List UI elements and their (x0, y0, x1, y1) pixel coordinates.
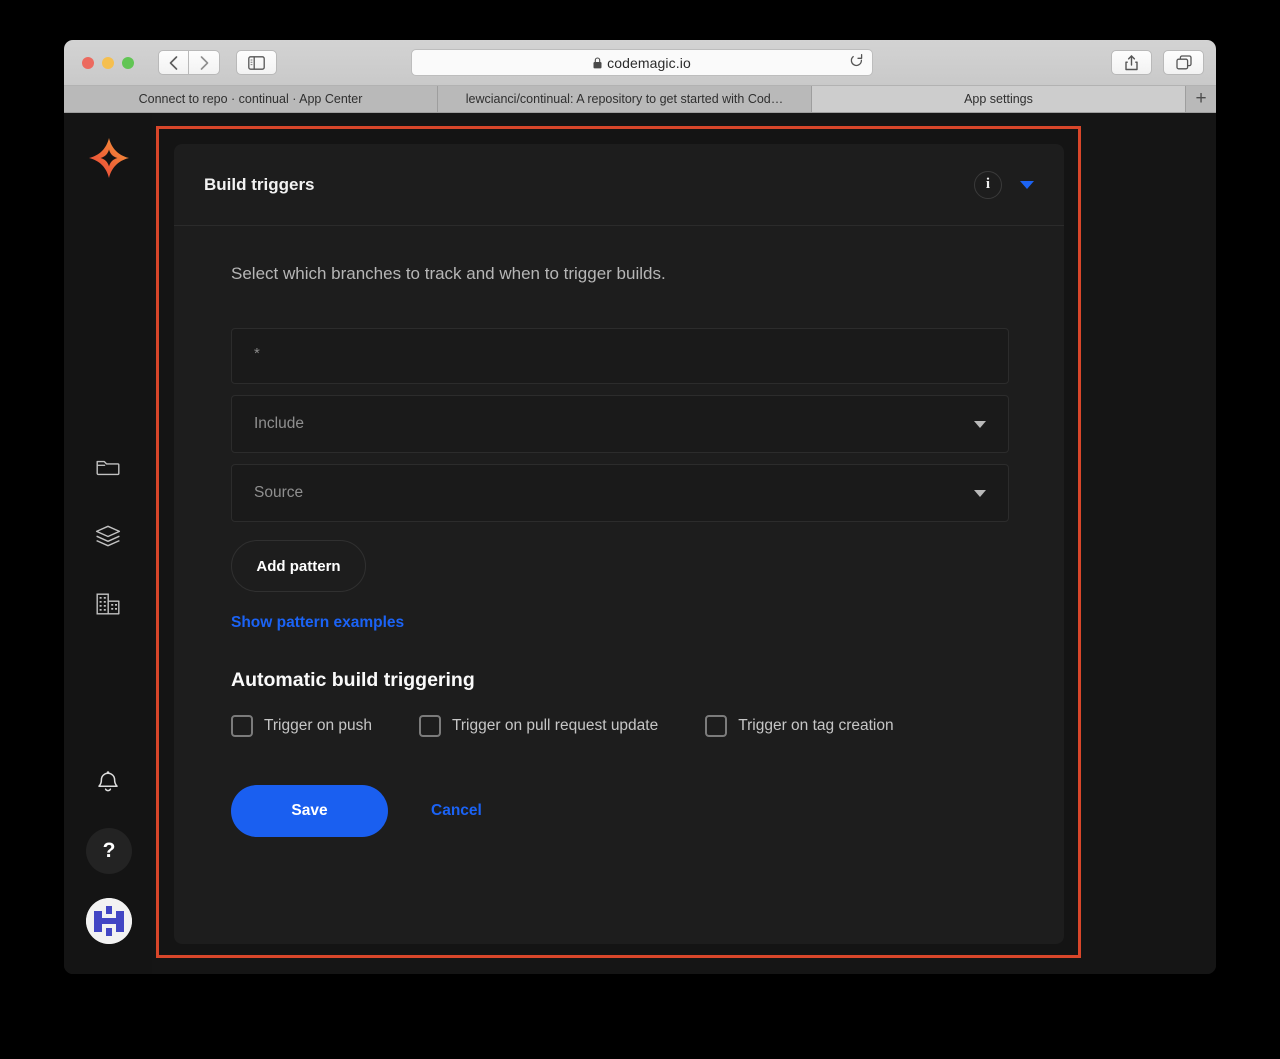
trigger-on-tag-creation-label: Trigger on tag creation (738, 717, 894, 734)
browser-window: codemagic.io Connect to repo · continual… (64, 40, 1216, 974)
chevron-right-icon (200, 55, 208, 70)
tabs-overview-button[interactable] (1163, 50, 1204, 75)
card-header: Build triggers i (174, 144, 1064, 226)
show-pattern-examples-link[interactable]: Show pattern examples (231, 614, 404, 632)
info-icon[interactable]: i (974, 170, 1002, 199)
sidebar-toggle-wrapper (236, 50, 277, 75)
bell-icon (98, 771, 118, 792)
checkbox-box-icon (231, 715, 253, 737)
browser-toolbar: codemagic.io (64, 40, 1216, 86)
automatic-build-triggering-heading: Automatic build triggering (231, 669, 475, 691)
help-button[interactable]: ? (86, 828, 132, 874)
tabs-overview-icon (1175, 55, 1192, 70)
url-value: codemagic.io (607, 54, 691, 71)
source-select[interactable]: Source (231, 464, 1009, 522)
new-tab-button[interactable]: + (1186, 86, 1216, 112)
window-controls (82, 56, 134, 69)
address-bar[interactable]: codemagic.io (411, 49, 873, 76)
caret-down-icon[interactable] (1020, 180, 1034, 189)
trigger-on-tag-creation-checkbox[interactable]: Trigger on tag creation (705, 715, 894, 737)
save-button[interactable]: Save (231, 785, 388, 837)
minimize-window-button[interactable] (102, 56, 114, 69)
sidebar-toggle-button[interactable] (236, 50, 277, 75)
reload-icon (850, 53, 863, 66)
chevron-down-icon (974, 489, 986, 497)
app-sidebar: ? (64, 113, 152, 974)
trigger-on-pull-request-update-checkbox[interactable]: Trigger on pull request update (419, 715, 658, 737)
cancel-button[interactable]: Cancel (431, 802, 482, 820)
card-title: Build triggers (204, 174, 315, 194)
sidebar-item-teams[interactable] (92, 588, 124, 620)
build-triggers-card: Build triggers i Select which branches t… (174, 144, 1064, 944)
chevron-down-icon (974, 420, 986, 428)
codemagic-logo-icon[interactable] (86, 135, 132, 181)
reload-button[interactable] (850, 53, 863, 72)
sidebar-item-notifications[interactable] (92, 766, 124, 798)
chevron-left-icon (169, 55, 178, 70)
add-pattern-button[interactable]: Add pattern (231, 540, 366, 592)
layers-icon (95, 525, 121, 547)
checkbox-box-icon (419, 715, 441, 737)
app-body: ? Build triggers i Select which branches… (64, 113, 1216, 974)
sidebar-item-apps[interactable] (92, 451, 124, 483)
lock-icon (593, 56, 602, 68)
main-content: Build triggers i Select which branches t… (152, 113, 1216, 974)
share-icon (1125, 54, 1138, 70)
close-window-button[interactable] (82, 56, 94, 69)
trigger-on-push-label: Trigger on push (264, 717, 372, 734)
sidebar-toggle-icon (248, 55, 265, 70)
forward-button[interactable] (189, 50, 220, 75)
browser-tab-0[interactable]: Connect to repo · continual · App Center (64, 86, 438, 112)
url-text-wrapper: codemagic.io (593, 55, 691, 71)
trigger-on-pull-request-update-label: Trigger on pull request update (452, 717, 659, 734)
trigger-checkbox-row: Trigger on push Trigger on pull request … (231, 715, 1007, 737)
codemagic-star-icon (89, 138, 129, 178)
user-avatar[interactable] (86, 898, 132, 944)
trigger-on-push-checkbox[interactable]: Trigger on push (231, 715, 372, 737)
building-icon (96, 593, 120, 615)
tab-bar: Connect to repo · continual · App Center… (64, 86, 1216, 113)
share-button[interactable] (1111, 50, 1152, 75)
back-button[interactable] (158, 50, 189, 75)
source-select-value: Source (254, 484, 304, 501)
include-select-value: Include (254, 415, 304, 432)
annotation-highlight-box: Build triggers i Select which branches t… (156, 126, 1081, 958)
action-row: Save Cancel (231, 785, 1007, 837)
folder-icon (96, 460, 120, 476)
avatar-image (86, 898, 132, 944)
checkbox-box-icon (705, 715, 728, 737)
browser-tab-2[interactable]: App settings (812, 86, 1186, 112)
browser-tab-1[interactable]: lewcianci/continual: A repository to get… (438, 86, 812, 112)
navigation-buttons (158, 50, 220, 75)
toolbar-right-buttons (1111, 50, 1204, 75)
maximize-window-button[interactable] (122, 56, 134, 69)
sidebar-item-builds[interactable] (92, 520, 124, 552)
branch-pattern-input[interactable]: * (231, 328, 1009, 384)
intro-text: Select which branches to track and when … (231, 264, 666, 283)
card-body: Select which branches to track and when … (174, 226, 1064, 837)
include-select[interactable]: Include (231, 395, 1009, 453)
